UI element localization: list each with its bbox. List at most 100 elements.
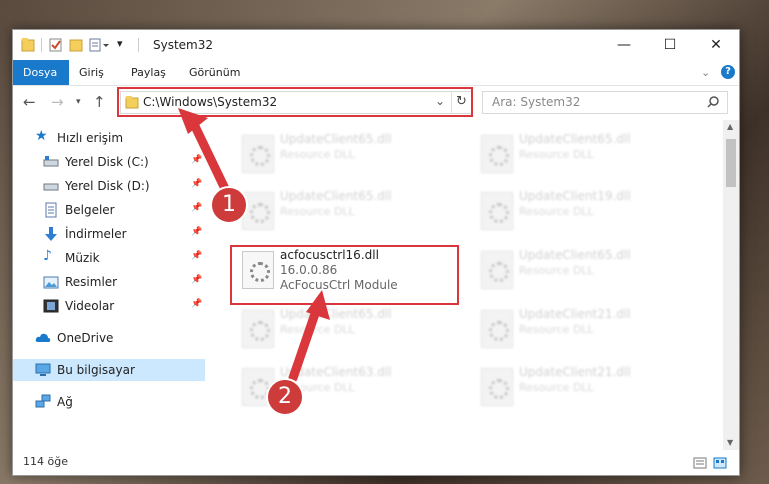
- sidebar-item-pictures[interactable]: Resimler 📌: [13, 271, 205, 293]
- dll-file-icon: [242, 135, 274, 173]
- sidebar-item-quick-access[interactable]: ★ Hızlı erişim: [13, 127, 205, 149]
- drive-icon: [43, 183, 59, 191]
- pin-icon[interactable]: 📌: [191, 299, 202, 309]
- file-name: UpdateClient21.dll: [519, 307, 631, 321]
- forward-arrow-icon[interactable]: →: [51, 93, 64, 111]
- sidebar-item-label: İndirmeler: [65, 227, 127, 241]
- window-title: System32: [153, 38, 214, 52]
- cloud-icon: [35, 333, 51, 342]
- file-name: UpdateClient19.dll: [519, 189, 631, 203]
- pin-icon[interactable]: 📌: [191, 203, 202, 213]
- title-bar: ▾ System32 — ☐ ✕: [13, 30, 739, 60]
- search-icon[interactable]: [707, 96, 719, 108]
- sidebar-item-onedrive[interactable]: OneDrive: [13, 327, 205, 349]
- chevron-down-icon[interactable]: ▾: [117, 37, 123, 53]
- tab-home[interactable]: Giriş: [69, 60, 114, 85]
- folder-icon: [21, 38, 35, 52]
- videos-icon: [43, 299, 59, 313]
- sidebar-item-downloads[interactable]: İndirmeler 📌: [13, 223, 205, 245]
- new-folder-icon[interactable]: [69, 37, 83, 53]
- minimize-button[interactable]: —: [601, 30, 647, 60]
- search-box[interactable]: Ara: System32: [482, 91, 728, 114]
- sidebar-item-label: OneDrive: [57, 331, 114, 345]
- file-name: UpdateClient65.dll: [280, 189, 392, 203]
- status-bar: 114 öğe: [13, 452, 739, 474]
- dll-file-icon: [481, 251, 513, 289]
- file-tile[interactable]: UpdateClient65.dll Resource DLL: [471, 244, 701, 296]
- navigation-pane: ★ Hızlı erişim Yerel Disk (C:) 📌 Yerel D…: [13, 120, 205, 450]
- file-description: Resource DLL: [280, 323, 355, 336]
- item-count: 114 öğe: [23, 455, 68, 468]
- scrollbar-thumb[interactable]: [726, 139, 736, 187]
- star-icon: ★: [35, 128, 48, 144]
- sidebar-item-label: Bu bilgisayar: [57, 363, 135, 377]
- sidebar-item-label: Yerel Disk (C:): [65, 155, 149, 169]
- computer-icon: [35, 363, 51, 376]
- up-arrow-icon[interactable]: ↑: [93, 93, 106, 111]
- expand-ribbon-icon[interactable]: ⌄: [691, 60, 720, 85]
- large-icons-view-icon[interactable]: [713, 457, 727, 469]
- vertical-scrollbar[interactable]: ▲ ▼: [723, 120, 739, 450]
- sidebar-item-label: Resimler: [65, 275, 118, 289]
- sidebar-item-local-disk-c[interactable]: Yerel Disk (C:) 📌: [13, 151, 205, 173]
- help-icon[interactable]: ?: [721, 65, 735, 79]
- file-tile[interactable]: UpdateClient21.dll Resource DLL: [471, 303, 701, 355]
- sidebar-item-label: Ağ: [57, 395, 73, 409]
- file-tile[interactable]: UpdateClient21.dll Resource DLL: [471, 361, 701, 413]
- file-description: Resource DLL: [280, 205, 355, 218]
- file-tile[interactable]: UpdateClient19.dll Resource DLL: [471, 185, 701, 237]
- file-tile[interactable]: UpdateClient65.dll Resource DLL: [232, 303, 462, 355]
- dll-file-icon: [242, 310, 274, 348]
- ribbon: Dosya Giriş Paylaş Görünüm ⌄ ?: [13, 60, 739, 86]
- search-input[interactable]: Ara: System32: [492, 95, 580, 109]
- divider: [138, 38, 139, 52]
- sidebar-item-this-pc[interactable]: Bu bilgisayar: [13, 359, 205, 381]
- dll-file-icon: [481, 310, 513, 348]
- step-2-callout: 2: [266, 378, 304, 416]
- close-button[interactable]: ✕: [693, 30, 739, 60]
- file-name: UpdateClient21.dll: [519, 365, 631, 379]
- file-tile[interactable]: UpdateClient65.dll Resource DLL: [471, 128, 701, 180]
- pictures-icon: [43, 276, 59, 289]
- file-tile[interactable]: UpdateClient65.dll Resource DLL: [232, 128, 462, 180]
- sidebar-item-documents[interactable]: Belgeler 📌: [13, 199, 205, 221]
- file-name: UpdateClient65.dll: [519, 132, 631, 146]
- music-note-icon: ♪: [43, 248, 52, 264]
- tab-share[interactable]: Paylaş: [121, 60, 176, 85]
- customize-toolbar-icon[interactable]: [89, 37, 111, 53]
- divider: [41, 38, 42, 52]
- file-highlight: [230, 245, 459, 305]
- sidebar-item-label: Yerel Disk (D:): [65, 179, 150, 193]
- pin-icon[interactable]: 📌: [191, 251, 202, 261]
- sidebar-item-local-disk-d[interactable]: Yerel Disk (D:) 📌: [13, 175, 205, 197]
- tab-file[interactable]: Dosya: [13, 60, 69, 85]
- pin-icon[interactable]: 📌: [191, 227, 202, 237]
- properties-icon[interactable]: [49, 37, 63, 53]
- details-view-icon[interactable]: [693, 457, 707, 469]
- file-description: Resource DLL: [519, 148, 594, 161]
- pin-icon[interactable]: 📌: [191, 179, 202, 189]
- sidebar-item-music[interactable]: ♪ Müzik 📌: [13, 247, 205, 269]
- file-description: Resource DLL: [519, 381, 594, 394]
- file-name: UpdateClient65.dll: [280, 307, 392, 321]
- drive-icon: [43, 156, 59, 167]
- scroll-up-arrow-icon[interactable]: ▲: [727, 122, 733, 131]
- file-tile[interactable]: UpdateClient65.dll Resource DLL: [232, 185, 462, 237]
- recent-locations-chevron-icon[interactable]: ▾: [76, 97, 81, 107]
- sidebar-item-label: Müzik: [65, 251, 100, 265]
- documents-icon: [45, 202, 57, 218]
- download-arrow-icon: [45, 227, 57, 241]
- file-description: Resource DLL: [280, 148, 355, 161]
- pin-icon[interactable]: 📌: [191, 155, 202, 165]
- file-description: Resource DLL: [519, 264, 594, 277]
- file-tile[interactable]: UpdateClient63.dll Resource DLL: [232, 361, 462, 413]
- file-name: UpdateClient63.dll: [280, 365, 392, 379]
- maximize-button[interactable]: ☐: [647, 30, 693, 60]
- sidebar-item-videos[interactable]: Videolar 📌: [13, 295, 205, 317]
- tab-view[interactable]: Görünüm: [179, 60, 250, 85]
- pin-icon[interactable]: 📌: [191, 275, 202, 285]
- back-arrow-icon[interactable]: ←: [23, 93, 36, 111]
- sidebar-item-network[interactable]: Ağ: [13, 391, 205, 413]
- scroll-down-arrow-icon[interactable]: ▼: [727, 438, 733, 447]
- dll-file-icon: [481, 135, 513, 173]
